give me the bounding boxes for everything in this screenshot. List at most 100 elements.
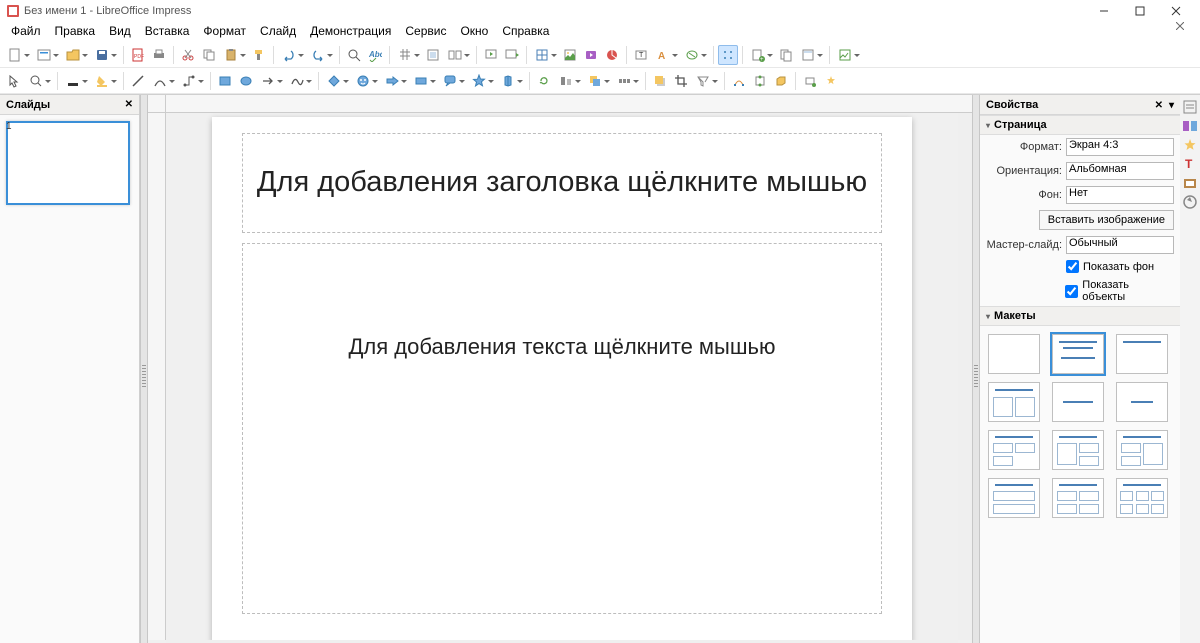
gluepoints-tool[interactable] xyxy=(750,71,770,91)
points-tool[interactable] xyxy=(729,71,749,91)
insert-textbox-button[interactable]: T xyxy=(631,45,651,65)
menu-file[interactable]: Файл xyxy=(4,22,48,42)
interaction-button[interactable] xyxy=(800,71,820,91)
title-placeholder[interactable]: Для добавления заголовка щёлкните мышью xyxy=(242,133,882,233)
menu-help[interactable]: Справка xyxy=(495,22,556,42)
export-pdf-button[interactable]: PDF xyxy=(128,45,148,65)
menu-slideshow[interactable]: Демонстрация xyxy=(303,22,398,42)
menu-window[interactable]: Окно xyxy=(453,22,495,42)
callout-tool[interactable] xyxy=(439,71,467,91)
slides-panel-close[interactable]: ✕ xyxy=(125,99,133,110)
start-slideshow-button[interactable] xyxy=(481,45,501,65)
symbol-shapes-tool[interactable] xyxy=(352,71,380,91)
new-slide-button[interactable]: + xyxy=(747,45,775,65)
select-tool[interactable] xyxy=(4,71,24,91)
star-tool[interactable] xyxy=(468,71,496,91)
format-select[interactable]: Экран 4:3 xyxy=(1066,138,1174,156)
show-background-checkbox[interactable] xyxy=(1066,260,1079,273)
show-objects-checkbox[interactable] xyxy=(1065,285,1078,298)
vertical-scrollbar[interactable] xyxy=(958,113,972,640)
animation-button[interactable] xyxy=(821,71,841,91)
horizontal-ruler[interactable] xyxy=(166,95,972,113)
connector-tool[interactable] xyxy=(178,71,206,91)
slides-panel-splitter[interactable] xyxy=(140,95,148,643)
tab-master-slides[interactable]: T xyxy=(1182,156,1198,172)
layout-content-only[interactable] xyxy=(1052,382,1104,422)
view-button[interactable] xyxy=(423,45,443,65)
paste-button[interactable] xyxy=(220,45,248,65)
tab-slide-transition[interactable] xyxy=(1182,118,1198,134)
section-layouts[interactable]: Макеты xyxy=(980,306,1180,326)
section-page[interactable]: Страница xyxy=(980,115,1180,135)
line-color-button[interactable] xyxy=(62,71,90,91)
zoom-tool[interactable] xyxy=(25,71,53,91)
insert-image-btn[interactable]: Вставить изображение xyxy=(1039,210,1174,230)
menu-view[interactable]: Вид xyxy=(102,22,138,42)
menu-edit[interactable]: Правка xyxy=(48,22,103,42)
menu-slide[interactable]: Слайд xyxy=(253,22,303,42)
grid-button[interactable] xyxy=(394,45,422,65)
menu-insert[interactable]: Вставка xyxy=(138,22,197,42)
save-button[interactable] xyxy=(91,45,119,65)
basic-shapes-tool[interactable] xyxy=(323,71,351,91)
properties-splitter[interactable] xyxy=(972,95,980,643)
copy-button[interactable] xyxy=(199,45,219,65)
layout-2-1[interactable] xyxy=(1116,430,1168,470)
templates-button[interactable] xyxy=(33,45,61,65)
spellcheck-button[interactable]: Abc xyxy=(365,45,385,65)
insert-image-button[interactable] xyxy=(560,45,580,65)
align-tool[interactable] xyxy=(555,71,583,91)
extrusion-tool[interactable] xyxy=(771,71,791,91)
tab-gallery[interactable] xyxy=(1182,175,1198,191)
insert-fontwork-button[interactable]: A xyxy=(652,45,680,65)
block-arrows-tool[interactable] xyxy=(381,71,409,91)
vertical-ruler[interactable] xyxy=(148,113,166,640)
layout-title-2row[interactable] xyxy=(988,478,1040,518)
content-placeholder[interactable]: Для добавления текста щёлкните мышью xyxy=(242,243,882,614)
tab-properties[interactable] xyxy=(1182,99,1198,115)
layout-4content[interactable] xyxy=(1052,478,1104,518)
start-current-slide-button[interactable] xyxy=(502,45,522,65)
rotate-tool[interactable] xyxy=(534,71,554,91)
slide-thumbnail-1[interactable]: 1 xyxy=(6,121,130,205)
properties-panel-close[interactable]: ✕ xyxy=(1155,100,1163,111)
slide-canvas[interactable]: Для добавления заголовка щёлкните мышью … xyxy=(212,117,912,640)
tab-animation[interactable] xyxy=(1182,137,1198,153)
open-button[interactable] xyxy=(62,45,90,65)
curve-fill-tool[interactable] xyxy=(286,71,314,91)
crop-tool[interactable] xyxy=(671,71,691,91)
slide-properties-button[interactable] xyxy=(834,45,862,65)
clone-format-button[interactable] xyxy=(249,45,269,65)
undo-button[interactable] xyxy=(278,45,306,65)
duplicate-slide-button[interactable] xyxy=(776,45,796,65)
snap-to-grid-button[interactable] xyxy=(718,45,738,65)
menu-tools[interactable]: Сервис xyxy=(398,22,453,42)
insert-hyperlink-button[interactable] xyxy=(681,45,709,65)
filter-tool[interactable] xyxy=(692,71,720,91)
cut-button[interactable] xyxy=(178,45,198,65)
minimize-button[interactable] xyxy=(1086,0,1122,22)
redo-button[interactable] xyxy=(307,45,335,65)
3d-tool[interactable] xyxy=(497,71,525,91)
layout-6content[interactable] xyxy=(1116,478,1168,518)
rectangle-tool[interactable] xyxy=(215,71,235,91)
print-button[interactable] xyxy=(149,45,169,65)
slide-layout-button[interactable] xyxy=(797,45,825,65)
insert-chart-button[interactable] xyxy=(602,45,622,65)
layout-centered[interactable] xyxy=(1116,382,1168,422)
insert-media-button[interactable] xyxy=(581,45,601,65)
shadow-tool[interactable] xyxy=(650,71,670,91)
find-button[interactable] xyxy=(344,45,364,65)
orientation-select[interactable]: Альбомная xyxy=(1066,162,1174,180)
maximize-button[interactable] xyxy=(1122,0,1158,22)
new-button[interactable] xyxy=(4,45,32,65)
background-select[interactable]: Нет xyxy=(1066,186,1174,204)
fill-color-button[interactable] xyxy=(91,71,119,91)
line-tool[interactable] xyxy=(128,71,148,91)
close-button[interactable] xyxy=(1158,0,1194,22)
curve-tool[interactable] xyxy=(149,71,177,91)
properties-panel-menu[interactable]: ▾ xyxy=(1169,100,1174,111)
layout-1-2[interactable] xyxy=(1052,430,1104,470)
tab-navigator[interactable] xyxy=(1182,194,1198,210)
document-close-button[interactable] xyxy=(1176,22,1196,42)
